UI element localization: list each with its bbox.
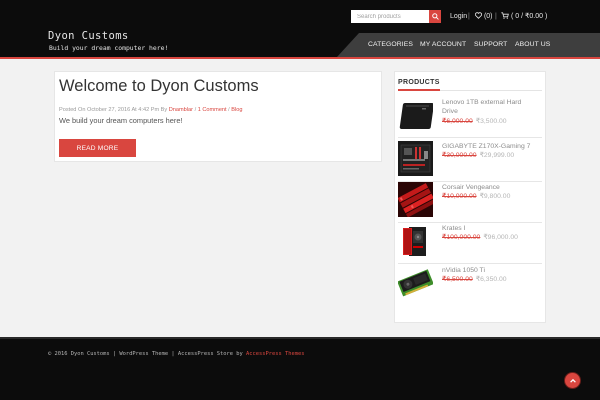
product-name[interactable]: Lenovo 1TB external Hard Drive [442,98,521,116]
footer-separator: | [168,351,178,357]
product-price: ₹6,500.00 ₹6,350.00 [442,275,507,284]
product-name[interactable]: GIGABYTE Z170X-Gaming 7 [442,142,530,151]
read-more-button[interactable]: READ MORE [59,139,136,157]
post-comments-link[interactable]: 1 Comment [198,107,227,113]
nav-categories[interactable]: CATEGORIES [368,40,413,49]
post-category-link[interactable]: Blog [231,107,242,113]
old-price: ₹6,000.00 [442,118,473,125]
sale-price: ₹29,999.00 [479,152,515,159]
top-link-separator-2: | [495,13,497,20]
widget-title: PRODUCTS [398,79,440,86]
product-divider [398,137,542,138]
product-name-line: Lenovo 1TB external Hard [442,99,522,106]
top-link-separator: | [468,13,470,20]
search-input[interactable] [351,10,429,23]
product-item[interactable]: GIGABYTE Z170X-Gaming 7 ₹30,000.00 ₹29,99… [398,141,542,182]
search-icon [431,13,439,20]
theme-author-link[interactable]: AccessPress Themes [246,351,304,357]
old-price: ₹10,000.00 [442,193,477,200]
site-tagline: Build your dream computer here! [49,44,169,52]
nav-my-account[interactable]: MY ACCOUNT [420,40,466,49]
header-accent-line [0,57,600,59]
heart-icon [474,12,483,19]
product-name[interactable]: Corsair Vengeance [442,183,500,192]
post-title[interactable]: Welcome to Dyon Customs [59,76,259,96]
widget-title-underline [398,89,440,91]
footer-separator: | [109,351,120,357]
wordpress-credit: WordPress Theme [119,351,169,357]
product-item[interactable]: Lenovo 1TB external Hard Drive ₹6,000.00… [398,97,542,138]
post-meta: Posted On October 27, 2016 At 4:42 Pm By… [59,106,242,114]
sale-price: ₹9,800.00 [479,193,511,200]
product-image-ram[interactable] [398,182,433,217]
product-divider [398,263,542,264]
product-item[interactable]: nVidia 1050 Ti ₹6,500.00 ₹6,350.00 [398,265,542,306]
login-label: Login [450,13,468,20]
cart-link[interactable]: ( 0 / ₹0.00 ) [501,12,547,22]
sale-price: ₹96,000.00 [483,234,518,241]
product-price: ₹30,000.00 ₹29,999.00 [442,151,514,160]
nav-about-us[interactable]: ABOUT US [515,40,550,49]
product-price: ₹100,000.00 ₹96,000.00 [442,233,518,242]
copyright-text: © 2016 Dyon Customs [48,351,110,357]
product-price: ₹6,000.00 ₹3,500.00 [442,117,507,126]
cart-summary: ( 0 / ₹0.00 ) [510,13,548,20]
wishlist-link[interactable]: (0) [474,12,493,22]
site-footer [0,339,600,400]
post-meta-prefix: Posted On October 27, 2016 At 4:42 Pm By [59,107,169,113]
wishlist-count: (0) [483,13,493,20]
old-price: ₹6,500.00 [442,276,473,283]
sale-price: ₹6,350.00 [475,276,507,283]
product-image-hard-drive[interactable] [398,97,433,132]
nav-support[interactable]: SUPPORT [474,40,507,49]
product-item[interactable]: Corsair Vengeance ₹10,000.00 ₹9,800.00 [398,182,542,223]
site-title[interactable]: Dyon Customs [48,31,129,42]
theme-credit: AccessPress Store by [177,351,243,357]
old-price: ₹100,000.00 [442,234,481,241]
search-button[interactable] [429,10,441,23]
login-link[interactable]: Login [450,12,467,22]
footer-credits: © 2016 Dyon Customs | WordPress Theme | … [48,351,304,358]
product-image-pc-case[interactable] [398,223,433,258]
product-image-graphics-card[interactable] [398,265,433,300]
product-name[interactable]: Krates I [442,224,465,233]
scroll-to-top-button[interactable] [565,373,580,388]
old-price: ₹30,000.00 [442,152,477,159]
product-name-line: Drive [442,108,458,115]
post-excerpt: We build your dream computers here! [59,116,183,125]
cart-icon [501,12,509,19]
product-image-motherboard[interactable] [398,141,433,176]
sale-price: ₹3,500.00 [475,118,507,125]
product-price: ₹10,000.00 ₹9,800.00 [442,192,510,201]
post-author-link[interactable]: Dnamblar [169,107,193,113]
chevron-up-icon [569,378,576,383]
product-item[interactable]: Krates I ₹100,000.00 ₹96,000.00 [398,223,542,264]
product-name[interactable]: nVidia 1050 Ti [442,266,485,275]
